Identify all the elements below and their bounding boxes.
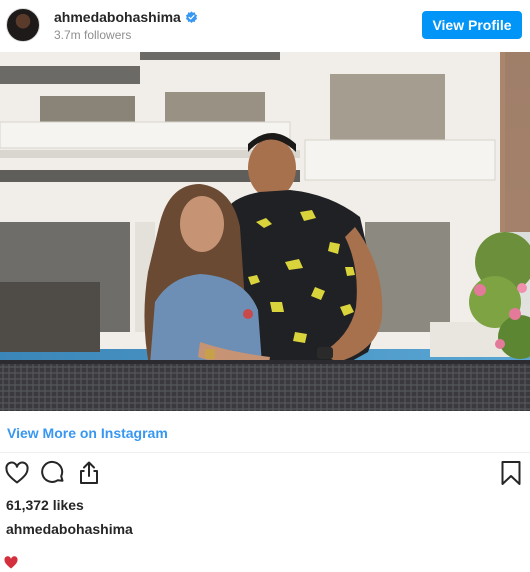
- red-heart-icon: [4, 556, 18, 569]
- like-count[interactable]: 61,372 likes: [6, 497, 84, 513]
- post-header: ahmedabohashima 3.7m followers View Prof…: [0, 0, 530, 52]
- comment-icon[interactable]: [40, 460, 66, 486]
- profile-avatar[interactable]: [6, 8, 40, 42]
- username-row[interactable]: ahmedabohashima: [54, 9, 198, 25]
- heart-icon[interactable]: [4, 460, 30, 486]
- divider: [0, 452, 530, 453]
- instagram-embed: ahmedabohashima 3.7m followers View Prof…: [0, 0, 530, 572]
- bookmark-icon[interactable]: [498, 460, 524, 486]
- view-profile-button[interactable]: View Profile: [422, 11, 522, 39]
- view-more-link[interactable]: View More on Instagram: [7, 425, 168, 441]
- photo-image: [0, 52, 530, 411]
- caption-username[interactable]: ahmedabohashima: [6, 521, 133, 537]
- follower-count: 3.7m followers: [54, 28, 132, 42]
- username[interactable]: ahmedabohashima: [54, 9, 181, 25]
- verified-badge-icon: [185, 11, 197, 24]
- share-icon[interactable]: [76, 460, 102, 486]
- action-bar: [0, 460, 530, 488]
- post-photo[interactable]: [0, 52, 530, 411]
